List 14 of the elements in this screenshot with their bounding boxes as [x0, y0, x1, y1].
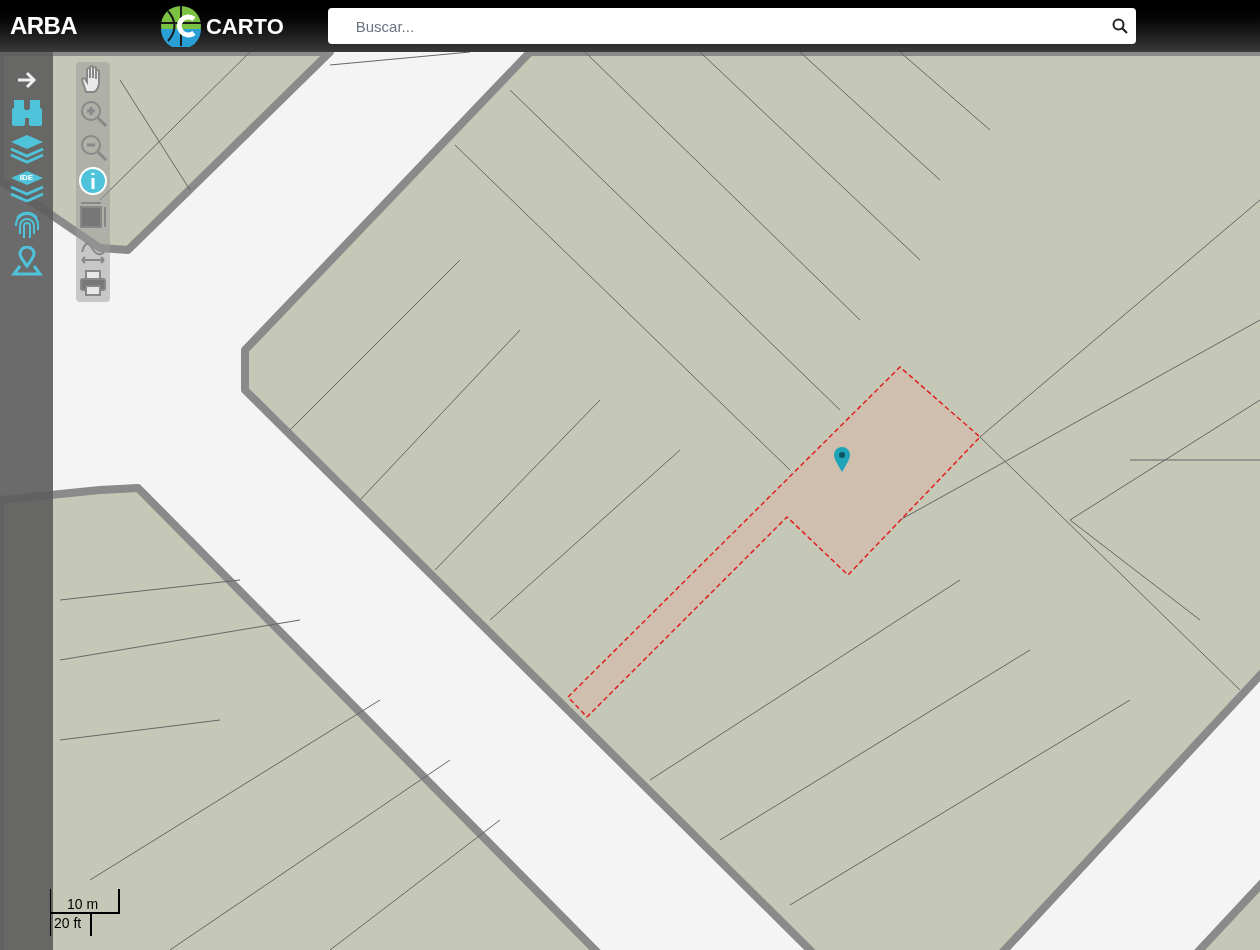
scale-imperial-label: 20 ft — [53, 914, 82, 930]
arrow-icon[interactable] — [15, 70, 38, 90]
brand-name: ARBA — [10, 11, 77, 41]
scale-metric-label: 10 m — [66, 897, 99, 912]
location-marker-icon — [834, 447, 850, 472]
layers-button[interactable]: IDE — [9, 170, 44, 202]
search-icon[interactable] — [1111, 18, 1128, 34]
zoom-out-icon[interactable] — [78, 132, 108, 164]
search-field[interactable]: Buscar... — [327, 8, 1136, 44]
map-pin-icon[interactable] — [10, 246, 43, 276]
globe-logo-icon — [159, 5, 202, 47]
logo-text: CARTO — [205, 12, 284, 41]
zoom-in-icon[interactable] — [78, 98, 108, 130]
layers-icon[interactable] — [9, 134, 44, 164]
